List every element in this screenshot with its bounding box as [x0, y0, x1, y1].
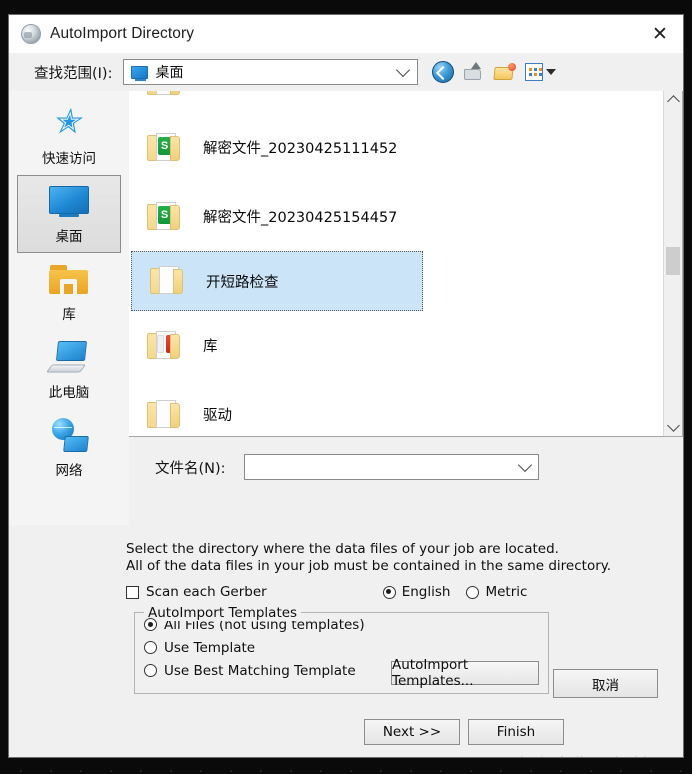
- desktop-background: AutoImport Directory ✕ 查找范围(I): 桌面 ✭ 快速访…: [0, 0, 692, 774]
- new-folder-icon[interactable]: [494, 61, 517, 83]
- chevron-down-icon: [546, 69, 557, 75]
- autoimport-directory-dialog: AutoImport Directory ✕ 查找范围(I): 桌面 ✭ 快速访…: [8, 14, 684, 758]
- back-icon[interactable]: [432, 61, 455, 83]
- list-item[interactable]: 驱动: [129, 380, 663, 436]
- description-line-1: Select the directory where the data file…: [126, 541, 559, 557]
- up-folder-icon[interactable]: [463, 61, 485, 83]
- this-pc-icon: [46, 339, 90, 375]
- watermark: CSDN @小幽余生不加糖: [427, 751, 652, 757]
- list-item-label: 解密文件_20230425154457: [203, 210, 398, 226]
- desktop-monitor-icon: [48, 183, 90, 219]
- finish-button[interactable]: Finish: [468, 719, 564, 745]
- option-use-template[interactable]: Use Template: [135, 636, 548, 659]
- close-icon[interactable]: ✕: [637, 15, 683, 53]
- list-item-label: 开短路检查: [206, 274, 279, 291]
- use-template-label: Use Template: [164, 639, 256, 656]
- navigation-toolbar: [432, 61, 557, 83]
- list-item-label: 库: [203, 339, 218, 355]
- metric-radio[interactable]: [466, 585, 480, 599]
- list-item[interactable]: S 解密文件_20230425154457: [129, 182, 663, 251]
- list-item-partial[interactable]: [129, 91, 663, 113]
- places-sidebar: ✭ 快速访问 桌面 库 此电脑 网络: [9, 91, 129, 525]
- list-item-label: 驱动: [203, 408, 232, 424]
- sidebar-item-this-pc[interactable]: 此电脑: [17, 331, 121, 409]
- app-globe-icon: [21, 24, 41, 44]
- look-in-label: 查找范围(I):: [34, 65, 113, 82]
- sidebar-item-label: 桌面: [55, 229, 83, 245]
- view-mode-button[interactable]: [525, 63, 557, 81]
- metric-label: Metric: [485, 584, 528, 600]
- sidebar-item-network[interactable]: 网络: [17, 409, 121, 487]
- file-list-items: S 解密文件_20230425111452 S 解密文件_20230425154…: [129, 91, 663, 436]
- english-label: English: [401, 584, 451, 600]
- browser-body: ✭ 快速访问 桌面 库 此电脑 网络 S 解密文件_20230425111452…: [9, 91, 683, 525]
- use-template-radio[interactable]: [144, 641, 157, 654]
- sidebar-item-label: 库: [62, 307, 76, 323]
- best-matching-label: Use Best Matching Template: [164, 662, 356, 679]
- all-files-radio[interactable]: [144, 618, 157, 631]
- desktop-monitor-icon: [131, 65, 149, 81]
- library-folder-icon: [48, 261, 90, 297]
- sidebar-item-quick-access[interactable]: ✭ 快速访问: [17, 97, 121, 175]
- sidebar-item-label: 网络: [55, 463, 83, 479]
- autoimport-templates-button[interactable]: AutoImport Templates...: [391, 657, 539, 689]
- next-button[interactable]: Next >>: [364, 719, 460, 745]
- filename-input[interactable]: [243, 454, 539, 480]
- folder-icon: [150, 266, 184, 296]
- folder-pdf-icon: [147, 330, 181, 361]
- description-line-2: All of the data files in your job must b…: [126, 558, 612, 574]
- chevron-down-icon: [396, 62, 411, 78]
- scroll-down-icon[interactable]: [664, 418, 682, 436]
- sidebar-item-label: 此电脑: [48, 385, 90, 401]
- look-in-combobox[interactable]: 桌面: [123, 59, 419, 85]
- english-radio[interactable]: [382, 585, 396, 599]
- filename-label: 文件名(N):: [155, 460, 226, 477]
- file-list[interactable]: S 解密文件_20230425111452 S 解密文件_20230425154…: [129, 91, 683, 437]
- best-matching-radio[interactable]: [144, 664, 157, 677]
- sidebar-item-desktop[interactable]: 桌面: [17, 175, 121, 253]
- autoimport-templates-group: AutoImport Templates All Files (not usin…: [134, 605, 549, 694]
- file-list-scrollbar[interactable]: [663, 91, 682, 436]
- sidebar-item-libraries[interactable]: 库: [17, 253, 121, 331]
- scan-each-gerber-label: Scan each Gerber: [146, 584, 267, 600]
- list-item[interactable]: 库: [129, 311, 663, 380]
- scan-each-gerber-checkbox[interactable]: [126, 585, 139, 599]
- list-item[interactable]: S 解密文件_20230425111452: [129, 113, 663, 182]
- folder-icon: [147, 91, 181, 97]
- view-mode-icon: [525, 63, 544, 81]
- chevron-down-icon: [517, 457, 532, 473]
- folder-icon: [147, 399, 181, 430]
- folder-wps-icon: S: [147, 132, 181, 163]
- window-title: AutoImport Directory: [50, 25, 195, 42]
- units-and-scan-row: Scan each Gerber English Metric: [9, 584, 683, 600]
- list-item-label: 解密文件_20230425111452: [203, 141, 398, 157]
- cancel-button[interactable]: 取消: [553, 669, 658, 698]
- look-in-row: 查找范围(I): 桌面: [9, 53, 683, 91]
- options-pane: Select the directory where the data file…: [9, 525, 683, 757]
- quick-access-star-icon: ✭: [51, 102, 87, 142]
- network-globe-icon: [48, 417, 90, 453]
- group-title: AutoImport Templates: [144, 605, 302, 621]
- scrollbar-thumb[interactable]: [666, 247, 680, 275]
- scroll-up-icon[interactable]: [664, 91, 682, 109]
- folder-wps-icon: S: [147, 201, 181, 232]
- list-item-selected[interactable]: 开短路检查: [131, 251, 423, 311]
- sidebar-item-label: 快速访问: [42, 151, 96, 167]
- units-radio-group: English Metric: [382, 584, 544, 600]
- file-pane: S 解密文件_20230425111452 S 解密文件_20230425154…: [129, 91, 683, 525]
- title-bar: AutoImport Directory ✕: [9, 15, 683, 53]
- filename-row: 文件名(N):: [129, 437, 683, 497]
- look-in-value: 桌面: [155, 64, 184, 80]
